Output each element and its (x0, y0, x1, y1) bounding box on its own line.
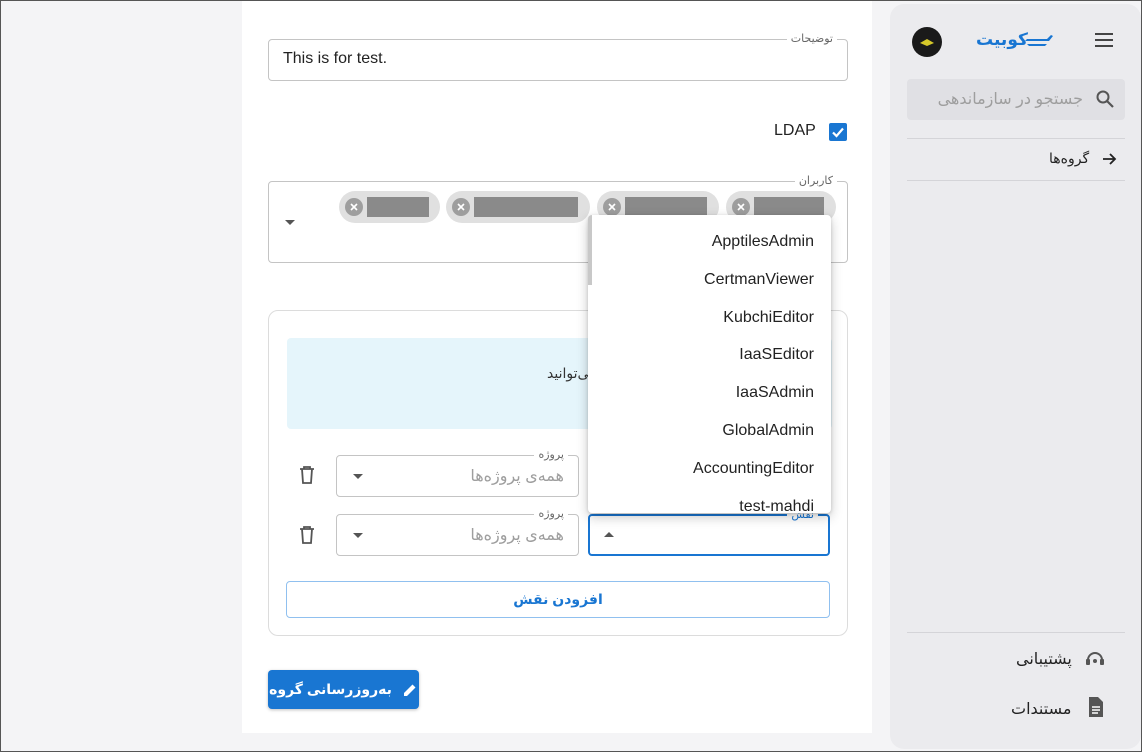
search-placeholder: جستجو در سازماندهی (937, 91, 1083, 108)
sidebar-item-label: گروه‌ها (1049, 150, 1090, 166)
chip-remove-icon[interactable] (732, 198, 750, 216)
sidebar-item-label: پشتیبانی (1016, 651, 1072, 668)
sidebar-item-groups[interactable]: گروه‌ها (1049, 149, 1119, 169)
menu-option[interactable]: test-mahdi (739, 498, 814, 513)
role-select[interactable]: نقش (588, 508, 830, 556)
menu-option[interactable]: IaaSEditor (739, 346, 814, 364)
menu-option[interactable]: CertmanViewer (704, 271, 814, 289)
edit-icon (403, 684, 416, 696)
menu-option[interactable]: AccountingEditor (693, 460, 814, 478)
brand-name: کوبیت (976, 30, 1028, 49)
search-input[interactable]: جستجو در سازماندهی (907, 79, 1125, 120)
ldap-checkbox[interactable] (829, 123, 847, 141)
search-icon (1095, 89, 1115, 114)
users-dropdown-arrow-icon[interactable] (285, 220, 295, 225)
menu-option[interactable]: KubchiEditor (723, 309, 814, 327)
project-select[interactable]: پروژه همه‌ی پروژه‌ها (336, 507, 579, 556)
menu-scrollbar[interactable] (588, 215, 592, 285)
check-icon (832, 127, 844, 138)
document-icon (1087, 696, 1105, 723)
project-label: پروژه (534, 507, 568, 521)
chevron-up-icon (604, 532, 614, 537)
user-chip (446, 191, 590, 223)
project-select[interactable]: پروژه همه‌ی پروژه‌ها (336, 448, 579, 497)
delete-icon[interactable] (298, 525, 316, 550)
avatar[interactable] (912, 27, 942, 57)
update-group-button[interactable]: به‌روزرسانی گروه (268, 670, 419, 709)
user-chip (339, 191, 440, 223)
sidebar-item-docs[interactable]: مستندات (1011, 696, 1107, 720)
sidebar-divider (907, 632, 1125, 633)
description-field[interactable]: توضیحات This is for test. (268, 32, 848, 81)
users-label: کاربران (794, 174, 837, 188)
chip-remove-icon[interactable] (603, 198, 621, 216)
sidebar-item-support[interactable]: پشتیبانی (1016, 647, 1108, 669)
description-value: This is for test. (283, 50, 388, 67)
project-label: پروژه (534, 448, 568, 462)
chevron-down-icon (353, 533, 363, 538)
update-group-label: به‌روزرسانی گروه (269, 681, 392, 697)
sidebar-divider (907, 180, 1125, 181)
headset-icon (1084, 647, 1106, 674)
chip-remove-icon[interactable] (452, 198, 470, 216)
menu-option[interactable]: GlobalAdmin (722, 422, 814, 440)
arrow-right-icon (1101, 151, 1117, 172)
chip-remove-icon[interactable] (345, 198, 363, 216)
role-options-menu[interactable]: ApptilesAdmin CertmanViewer KubchiEditor… (588, 215, 831, 513)
add-role-button[interactable]: افزودن نقش (286, 581, 830, 618)
project-placeholder: همه‌ی پروژه‌ها (470, 527, 564, 544)
sidebar-divider (907, 138, 1125, 139)
menu-icon[interactable] (1094, 32, 1114, 53)
chevron-down-icon (353, 474, 363, 479)
project-placeholder: همه‌ی پروژه‌ها (470, 468, 564, 485)
sidebar-item-label: مستندات (1011, 701, 1072, 718)
ldap-label: LDAP (774, 122, 816, 139)
delete-icon[interactable] (298, 465, 316, 490)
description-label: توضیحات (786, 32, 837, 46)
menu-option[interactable]: ApptilesAdmin (712, 233, 814, 251)
menu-option[interactable]: IaaSAdmin (736, 384, 814, 402)
